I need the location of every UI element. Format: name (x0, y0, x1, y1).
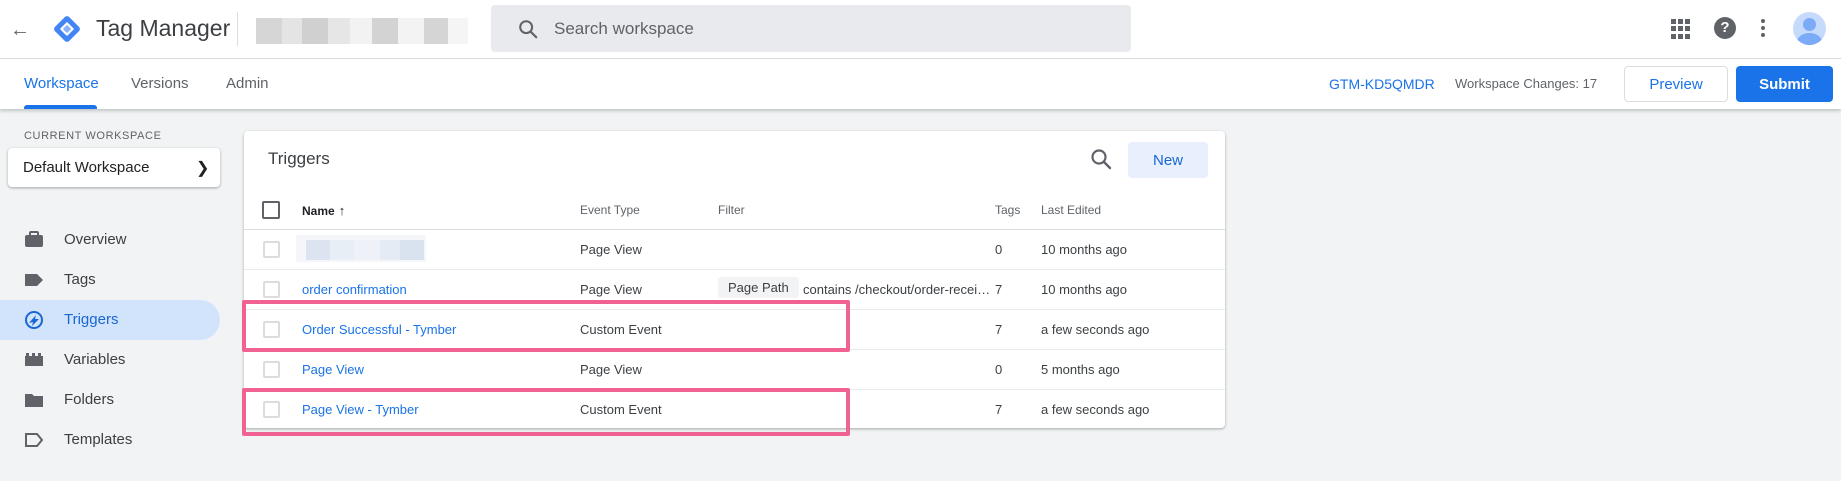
trigger-name-link[interactable]: order confirmation (302, 282, 407, 297)
trigger-name-link[interactable]: Page View (302, 362, 364, 377)
sidebar-item-label: Variables (64, 351, 126, 368)
search-input[interactable] (554, 5, 1114, 52)
active-tab-indicator (24, 105, 97, 109)
column-header-name[interactable]: Name ↑ (302, 203, 345, 218)
row-checkbox[interactable] (263, 281, 280, 298)
select-all-checkbox[interactable] (262, 201, 280, 219)
workspace-name: Default Workspace (23, 159, 150, 176)
trigger-icon (25, 311, 43, 329)
current-workspace-label: CURRENT WORKSPACE (24, 130, 162, 142)
workspace-changes-count: Workspace Changes: 17 (1455, 76, 1598, 91)
table-row[interactable]: Page View 0 10 months ago (244, 230, 1225, 270)
last-edited: 10 months ago (1041, 242, 1128, 257)
sidebar-item-folders[interactable]: Folders (0, 380, 220, 420)
filter-condition: contains /checkout/order-received (803, 282, 995, 297)
workspace-selector[interactable]: Default Workspace ❯ (8, 148, 220, 187)
sidebar-item-label: Folders (64, 391, 115, 408)
variables-icon (25, 353, 43, 366)
app-bar: ← Tag Manager ? (0, 0, 1841, 59)
account-selector[interactable] (256, 18, 468, 44)
column-header-label: Name (302, 204, 335, 218)
event-type: Page View (580, 282, 642, 297)
apps-icon[interactable] (1671, 19, 1691, 39)
filter-variable-chip: Page Path (718, 277, 799, 298)
folder-icon (25, 394, 43, 407)
sidebar-item-label: Tags (64, 271, 96, 288)
row-checkbox[interactable] (263, 241, 280, 258)
search-bar[interactable] (491, 5, 1131, 52)
chevron-right-icon: ❯ (196, 160, 210, 177)
arrow-back-icon[interactable]: ← (6, 16, 34, 44)
column-header-tags[interactable]: Tags (995, 203, 1020, 217)
row-checkbox[interactable] (263, 361, 280, 378)
table-row[interactable]: Page View Page View 0 5 months ago (244, 350, 1225, 390)
container-id-link[interactable]: GTM-KD5QMDR (1329, 76, 1435, 92)
submit-button[interactable]: Submit (1736, 66, 1833, 102)
column-header-event-type[interactable]: Event Type (580, 203, 640, 217)
last-edited: 5 months ago (1041, 362, 1120, 377)
sidebar-item-variables[interactable]: Variables (0, 340, 220, 380)
table-header: Name ↑ Event Type Filter Tags Last Edited (244, 189, 1225, 230)
tab-workspace[interactable]: Workspace (24, 59, 99, 109)
highlight-box (242, 300, 850, 352)
last-edited: 10 months ago (1041, 282, 1128, 297)
briefcase-icon (25, 231, 43, 247)
search-icon[interactable] (1089, 147, 1113, 171)
event-type: Page View (580, 242, 642, 257)
tab-versions[interactable]: Versions (131, 59, 189, 109)
tag-icon (25, 274, 43, 286)
more-vert-icon[interactable] (1757, 16, 1769, 40)
divider (237, 12, 238, 46)
app-title: Tag Manager (96, 15, 231, 41)
tags-count: 7 (995, 282, 1003, 297)
avatar[interactable] (1793, 12, 1826, 45)
preview-button[interactable]: Preview (1624, 66, 1728, 102)
column-header-last-edited[interactable]: Last Edited (1041, 203, 1101, 217)
tag-manager-logo (54, 16, 80, 42)
tags-count: 0 (995, 362, 1003, 377)
sidebar-item-templates[interactable]: Templates (0, 420, 220, 460)
highlight-box (242, 388, 850, 436)
help-icon[interactable]: ? (1714, 17, 1736, 39)
sort-ascending-icon: ↑ (338, 203, 346, 218)
sidebar-item-triggers[interactable]: Triggers (0, 300, 220, 340)
triggers-card: Triggers New Name ↑ Event Type Filter Tag… (244, 131, 1225, 428)
tags-count: 7 (995, 402, 1003, 417)
tags-count: 0 (995, 242, 1003, 257)
sidebar-item-overview[interactable]: Overview (0, 220, 220, 260)
sidebar-item-tags[interactable]: Tags (0, 260, 220, 300)
sidebar-item-label: Triggers (64, 311, 119, 328)
sidebar-item-label: Overview (64, 231, 127, 248)
new-trigger-button[interactable]: New (1128, 142, 1208, 178)
card-title: Triggers (268, 149, 330, 168)
search-icon (519, 20, 538, 39)
sidebar-item-label: Templates (64, 431, 133, 448)
event-type: Page View (580, 362, 642, 377)
tab-admin[interactable]: Admin (226, 59, 269, 109)
last-edited: a few seconds ago (1041, 322, 1150, 337)
tags-count: 7 (995, 322, 1003, 337)
template-icon (25, 433, 44, 447)
last-edited: a few seconds ago (1041, 402, 1150, 417)
redacted-trigger-name[interactable] (296, 235, 426, 262)
workspace-nav: Workspace Versions Admin GTM-KD5QMDR Wor… (0, 59, 1841, 109)
column-header-filter[interactable]: Filter (718, 203, 745, 217)
